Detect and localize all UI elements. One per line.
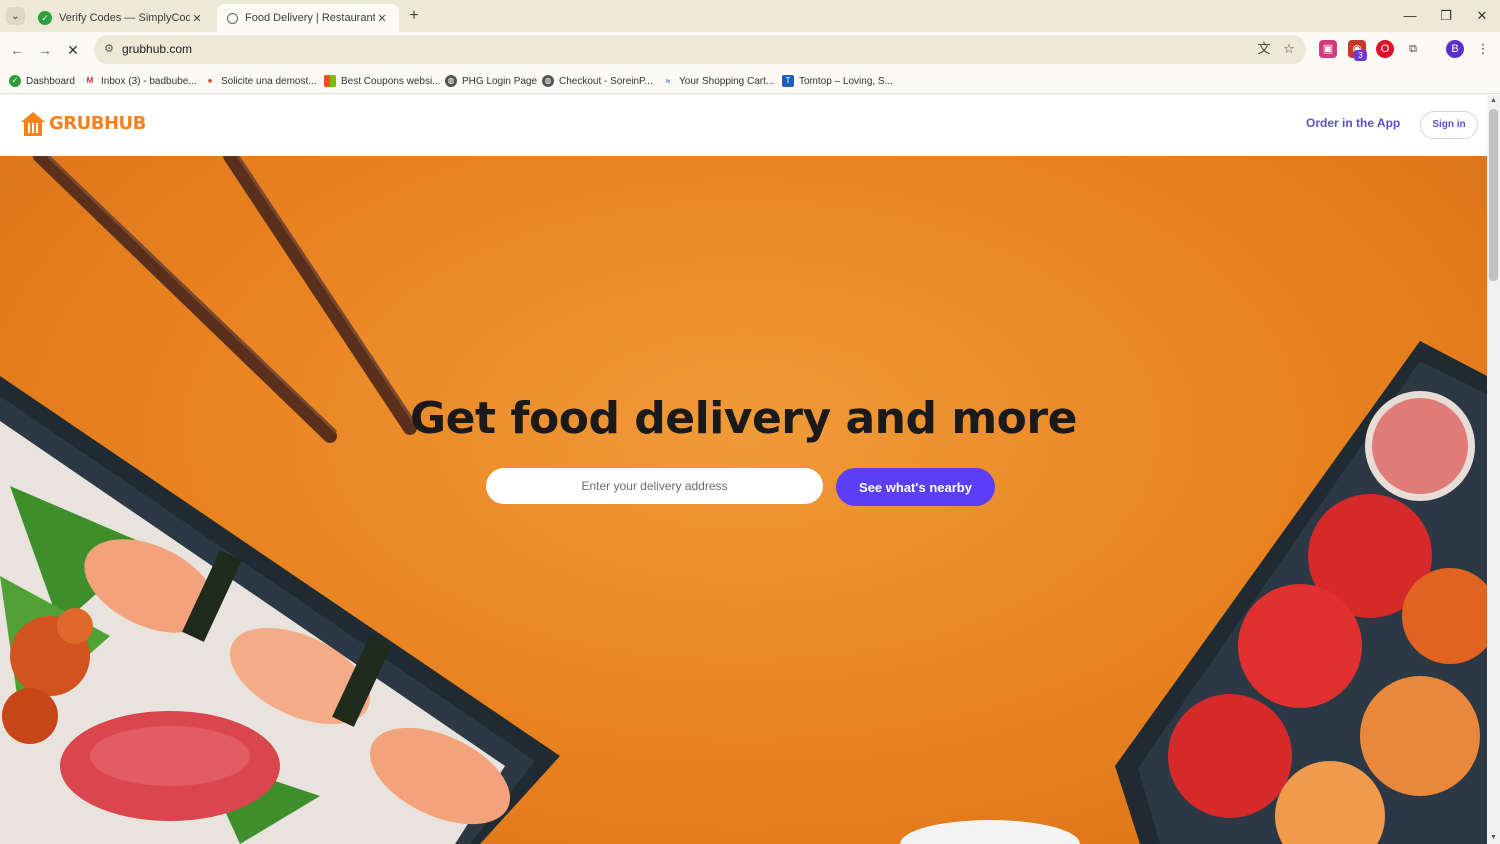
bookmark-phg-login[interactable]: ◍ PHG Login Page bbox=[445, 73, 537, 89]
pin-icon: ● bbox=[207, 76, 213, 85]
bookmark-label: Tomtop – Loving, S... bbox=[799, 75, 893, 87]
tab-title: Verify Codes — SimplyCodes bbox=[59, 12, 190, 24]
globe-icon: ◍ bbox=[445, 75, 457, 87]
tab-strip: ⌄ ✓ Verify Codes — SimplyCodes ✕ Food De… bbox=[0, 0, 1500, 32]
browser-menu-icon[interactable]: ⋮ bbox=[1474, 40, 1492, 58]
simplycodes-icon: ✓ bbox=[38, 11, 52, 25]
address-bar[interactable]: ⚙ grubhub.com 文 ☆ bbox=[94, 35, 1306, 64]
bookmark-dashboard[interactable]: ✓ Dashboard bbox=[9, 73, 75, 89]
bookmark-best-coupons[interactable]: Best Coupons websi... bbox=[324, 73, 441, 89]
forward-icon[interactable]: → bbox=[35, 40, 55, 60]
bookmark-label: Dashboard bbox=[26, 75, 75, 87]
bookmark-inbox[interactable]: M Inbox (3) - badbube... bbox=[84, 73, 197, 89]
tab-title: Food Delivery | Restaurant Take bbox=[245, 12, 375, 24]
order-in-app-link[interactable]: Order in the App bbox=[1306, 116, 1400, 130]
profile-avatar[interactable]: B bbox=[1446, 40, 1464, 58]
translate-icon[interactable]: 文 bbox=[1256, 41, 1272, 57]
bookmark-solicite[interactable]: ● Solicite una demost... bbox=[204, 73, 317, 89]
delivery-address-input[interactable] bbox=[486, 468, 823, 504]
close-icon[interactable]: ✕ bbox=[190, 12, 204, 25]
scroll-thumb[interactable] bbox=[1489, 109, 1498, 281]
tomtop-icon: T bbox=[782, 75, 794, 87]
extensions-puzzle-icon[interactable]: ⧉ bbox=[1404, 40, 1422, 58]
hero-title: Get food delivery and more bbox=[410, 393, 1077, 444]
site-info-icon[interactable]: ⚙ bbox=[102, 42, 116, 56]
window-close-icon[interactable]: ✕ bbox=[1472, 6, 1492, 26]
scroll-down-arrow-icon[interactable]: ▼ bbox=[1487, 832, 1500, 844]
grubhub-icon bbox=[227, 12, 238, 24]
close-icon[interactable]: ✕ bbox=[375, 12, 389, 25]
extension-robot-icon[interactable]: ▣ bbox=[1319, 40, 1337, 58]
grubhub-house-icon bbox=[21, 112, 45, 136]
bookmark-label: Checkout - SoreinP... bbox=[559, 75, 653, 87]
new-tab-button[interactable]: + bbox=[405, 7, 423, 25]
bookmark-tomtop[interactable]: T Tomtop – Loving, S... bbox=[782, 73, 893, 89]
bookmark-label: Inbox (3) - badbube... bbox=[101, 75, 197, 87]
globe-icon: ◍ bbox=[542, 75, 554, 87]
scroll-up-arrow-icon[interactable]: ▲ bbox=[1487, 95, 1500, 107]
bookmark-label: PHG Login Page bbox=[462, 75, 538, 87]
hero-section: Get food delivery and more See what's ne… bbox=[0, 156, 1487, 844]
restore-icon[interactable]: ❐ bbox=[1436, 6, 1456, 26]
tab-search-chevron-icon[interactable]: ⌄ bbox=[6, 7, 25, 25]
grid-icon bbox=[324, 75, 336, 87]
see-whats-nearby-button[interactable]: See what's nearby bbox=[836, 468, 995, 506]
store-icon: ≈ bbox=[665, 76, 671, 86]
minimize-icon[interactable]: — bbox=[1400, 6, 1420, 26]
back-icon[interactable]: ← bbox=[7, 40, 27, 60]
simplycodes-icon: ✓ bbox=[9, 75, 21, 87]
page-viewport: GRUBHUB Order in the App Sign in Get foo… bbox=[0, 95, 1487, 844]
extension-badge: 3 bbox=[1354, 50, 1367, 61]
page-scrollbar[interactable]: ▲ ▼ bbox=[1487, 95, 1500, 844]
tab-verify-codes[interactable]: ✓ Verify Codes — SimplyCodes ✕ bbox=[28, 4, 214, 32]
bookmarks-bar: ✓ Dashboard M Inbox (3) - badbube... ● S… bbox=[0, 67, 1500, 94]
stop-loading-icon[interactable]: ✕ bbox=[63, 40, 83, 60]
bookmark-star-icon[interactable]: ☆ bbox=[1281, 41, 1297, 57]
url-text[interactable]: grubhub.com bbox=[122, 42, 192, 56]
bookmark-label: Solicite una demost... bbox=[221, 75, 317, 87]
browser-toolbar: ← → ✕ ⚙ grubhub.com 文 ☆ ▣ ◉ O ⧉ B ⋮ bbox=[0, 32, 1500, 67]
bookmark-shopping-cart[interactable]: ≈ Your Shopping Cart... bbox=[662, 73, 775, 89]
grubhub-logo[interactable]: GRUBHUB bbox=[19, 109, 146, 137]
bookmark-label: Your Shopping Cart... bbox=[679, 75, 775, 87]
site-header: GRUBHUB Order in the App Sign in bbox=[0, 95, 1487, 156]
bookmark-label: Best Coupons websi... bbox=[341, 75, 441, 87]
opera-icon[interactable]: O bbox=[1376, 40, 1394, 58]
sign-in-button[interactable]: Sign in bbox=[1420, 111, 1478, 139]
tab-grubhub[interactable]: Food Delivery | Restaurant Take ✕ bbox=[217, 4, 399, 32]
logo-text: GRUBHUB bbox=[49, 112, 146, 134]
gmail-icon: M bbox=[84, 75, 96, 87]
bookmark-checkout[interactable]: ◍ Checkout - SoreinP... bbox=[542, 73, 653, 89]
